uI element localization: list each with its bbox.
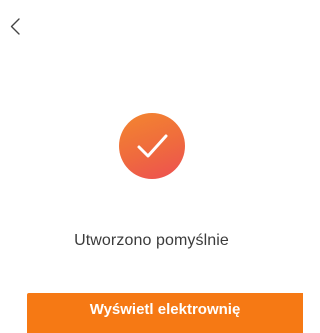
view-plant-button-label: Wyświetl elektrownię (89, 300, 241, 318)
chevron-left-icon (10, 18, 20, 35)
back-button[interactable] (4, 10, 26, 42)
view-plant-button[interactable]: Wyświetl elektrownię (27, 293, 303, 333)
success-circle (119, 113, 185, 179)
success-message: Utworzono pomyślnie (74, 232, 229, 249)
checkmark-icon (137, 134, 168, 158)
success-screen: Utworzono pomyślnie Wyświetl elektrownię (0, 0, 303, 333)
